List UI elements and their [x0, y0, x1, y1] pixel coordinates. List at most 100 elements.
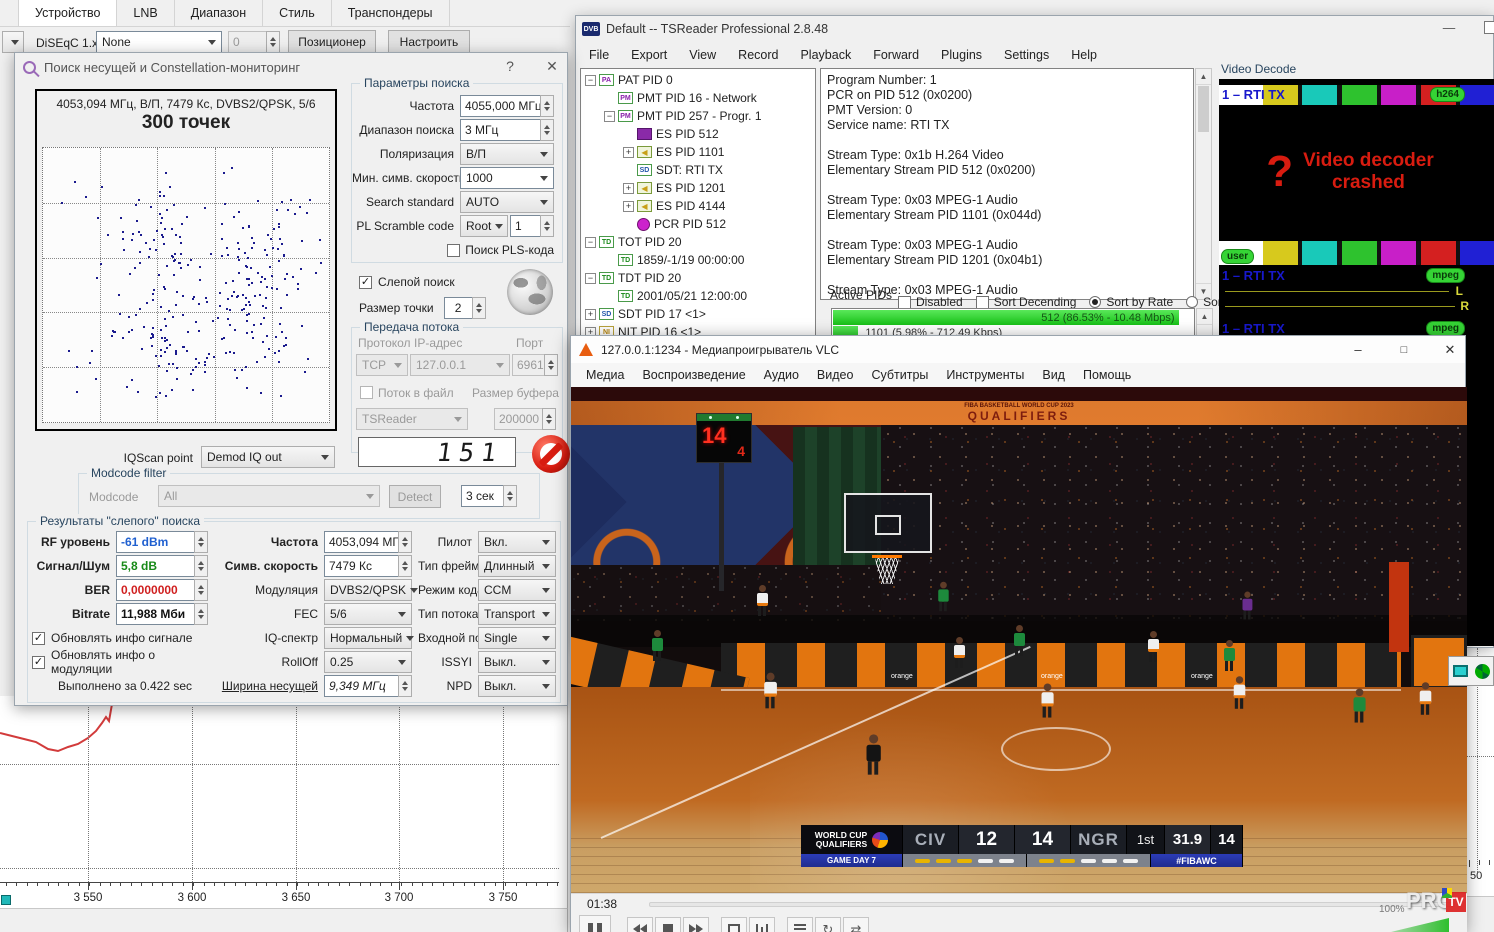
menu-item[interactable]: Аудио [755, 365, 808, 385]
tab-0[interactable]: Устройство [18, 0, 117, 26]
menu-item-settings[interactable]: Settings [995, 46, 1058, 64]
result-value-select[interactable]: Вкл. [478, 531, 556, 553]
tree-item[interactable]: +◀ES PID 1201 [581, 179, 815, 197]
fullscreen-button[interactable] [721, 917, 747, 932]
update-info-checkbox[interactable]: ✓ [32, 632, 45, 645]
result-value-stepper[interactable]: -61 dBm [116, 531, 208, 553]
tree-item[interactable]: −PMPMT PID 257 - Progr. 1 [581, 107, 815, 125]
min-symbolrate-combo[interactable]: 1000 [460, 167, 554, 189]
sort-descending-checkbox[interactable] [976, 296, 989, 309]
constellation-titlebar[interactable]: Поиск несущей и Constellation-мониторинг… [15, 53, 567, 81]
menu-item[interactable]: Субтитры [862, 365, 937, 385]
tree-item[interactable]: +◀ES PID 1101 [581, 143, 815, 161]
menu-item[interactable]: Медиа [577, 365, 633, 385]
result-value-select[interactable]: Нормальный [324, 627, 412, 649]
minimize-button[interactable]: — [1434, 21, 1464, 35]
stream-to-file-checkbox[interactable] [360, 386, 373, 399]
result-value-select[interactable]: Single [478, 627, 556, 649]
tab-3[interactable]: Стиль [263, 0, 332, 26]
result-value-select[interactable]: Длинный [478, 555, 556, 577]
monitor-icon[interactable] [1453, 665, 1468, 677]
position-stepper[interactable]: 0 [228, 31, 280, 53]
info-scrollbar[interactable]: ▲ ▼ [1195, 68, 1212, 300]
result-value-select[interactable]: DVBS2/QPSK [324, 579, 412, 601]
menu-item-forward[interactable]: Forward [864, 46, 928, 64]
menu-item-view[interactable]: View [680, 46, 725, 64]
tree-expander-icon[interactable]: + [623, 201, 634, 212]
scroll-thumb[interactable] [1198, 86, 1209, 132]
scroll-up-icon[interactable]: ▲ [1197, 309, 1212, 325]
result-value-stepper[interactable]: 9,349 МГц [324, 675, 412, 697]
result-value-stepper[interactable]: 5,8 dB [116, 555, 208, 577]
search-range-stepper[interactable]: 3 МГц [460, 119, 554, 141]
tree-item[interactable]: +SDSDT PID 17 <1> [581, 305, 815, 323]
update-info-checkbox[interactable]: ✓ [32, 656, 45, 669]
playlist-button[interactable] [787, 917, 813, 932]
result-value-stepper[interactable]: 7479 Кс [324, 555, 412, 577]
sort-by-pid-radio[interactable] [1186, 296, 1198, 308]
tree-item[interactable]: −PAPAT PID 0 [581, 71, 815, 89]
menu-item-record[interactable]: Record [729, 46, 787, 64]
configure-button[interactable]: Настроить [388, 30, 470, 54]
scroll-up-icon[interactable]: ▲ [1196, 69, 1211, 85]
stream-destination-select[interactable]: TSReader [356, 408, 468, 430]
disabled-checkbox[interactable] [898, 296, 911, 309]
tree-expander-icon[interactable]: − [585, 237, 596, 248]
tree-item[interactable]: +◀ES PID 4144 [581, 197, 815, 215]
dot-size-stepper[interactable]: 2 [444, 297, 486, 319]
detect-period-stepper[interactable]: 3 сек [461, 485, 517, 507]
tab-1[interactable]: LNB [117, 0, 174, 26]
result-value-stepper[interactable]: 0,0000000 [116, 579, 208, 601]
maximize-button[interactable]: □ [1381, 336, 1427, 363]
maximize-button[interactable] [1484, 21, 1494, 34]
tree-expander-icon[interactable]: − [604, 111, 615, 122]
tree-item[interactable]: SDSDT: RTI TX [581, 161, 815, 179]
tree-item[interactable]: PMPMT PID 16 - Network [581, 89, 815, 107]
menu-item-file[interactable]: File [580, 46, 618, 64]
tab-2[interactable]: Диапазон [175, 0, 263, 26]
result-value-select[interactable]: CCM [478, 579, 556, 601]
tree-item[interactable]: ES PID 512 [581, 125, 815, 143]
port-stepper[interactable]: 6961 [512, 354, 558, 376]
mini-dropdown[interactable] [2, 31, 24, 53]
seek-bar[interactable] [649, 902, 1455, 907]
polarization-select[interactable]: В/П [460, 143, 554, 165]
menu-item[interactable]: Воспроизведение [633, 365, 754, 385]
result-value-stepper[interactable]: 11,988 Мби [116, 603, 208, 625]
minimize-button[interactable]: – [1335, 336, 1381, 363]
menu-item[interactable]: Инструменты [937, 365, 1033, 385]
menu-item-playback[interactable]: Playback [791, 46, 860, 64]
tree-expander-icon[interactable]: − [585, 273, 596, 284]
tree-item[interactable]: TD1859/-1/19 00:00:00 [581, 251, 815, 269]
pl-scramble-value-stepper[interactable]: 1 [510, 215, 554, 237]
tree-item[interactable]: PCR PID 512 [581, 215, 815, 233]
tree-expander-icon[interactable]: + [585, 309, 596, 320]
diseqc-select[interactable]: None [96, 31, 222, 53]
previous-button[interactable] [627, 917, 653, 932]
result-value-select[interactable]: Выкл. [478, 651, 556, 673]
menu-item[interactable]: Помощь [1074, 365, 1140, 385]
next-button[interactable] [683, 917, 709, 932]
protocol-select[interactable]: TCP [356, 354, 408, 376]
result-value-select[interactable]: 5/6 [324, 603, 412, 625]
result-value-select[interactable]: Выкл. [478, 675, 556, 697]
close-button[interactable]: ✕ [539, 58, 565, 75]
iqscan-point-select[interactable]: Demod IQ out [201, 446, 335, 468]
tree-expander-icon[interactable]: − [585, 75, 596, 86]
stop-button[interactable] [655, 917, 681, 932]
tree-expander-icon[interactable]: + [623, 147, 634, 158]
search-standard-select[interactable]: AUTO [460, 191, 554, 213]
tree-expander-icon[interactable]: + [623, 183, 634, 194]
pid-list-scrollbar[interactable]: ▲ [1196, 308, 1213, 336]
pl-scramble-mode-select[interactable]: Root [460, 215, 508, 237]
tree-item[interactable]: TD2001/05/21 12:00:00 [581, 287, 815, 305]
loop-button[interactable]: ↻ [815, 917, 841, 932]
tsreader-titlebar[interactable]: DVB Default -- TSReader Professional 2.8… [576, 16, 1493, 42]
menu-item[interactable]: Видео [808, 365, 863, 385]
ip-address-combo[interactable]: 127.0.0.1 [410, 354, 510, 376]
sort-by-rate-radio[interactable] [1089, 296, 1101, 308]
menu-item-plugins[interactable]: Plugins [932, 46, 991, 64]
close-button[interactable]: ✕ [1427, 336, 1473, 363]
status-circle-icon[interactable] [1475, 664, 1490, 679]
result-value-select[interactable]: Transport [478, 603, 556, 625]
